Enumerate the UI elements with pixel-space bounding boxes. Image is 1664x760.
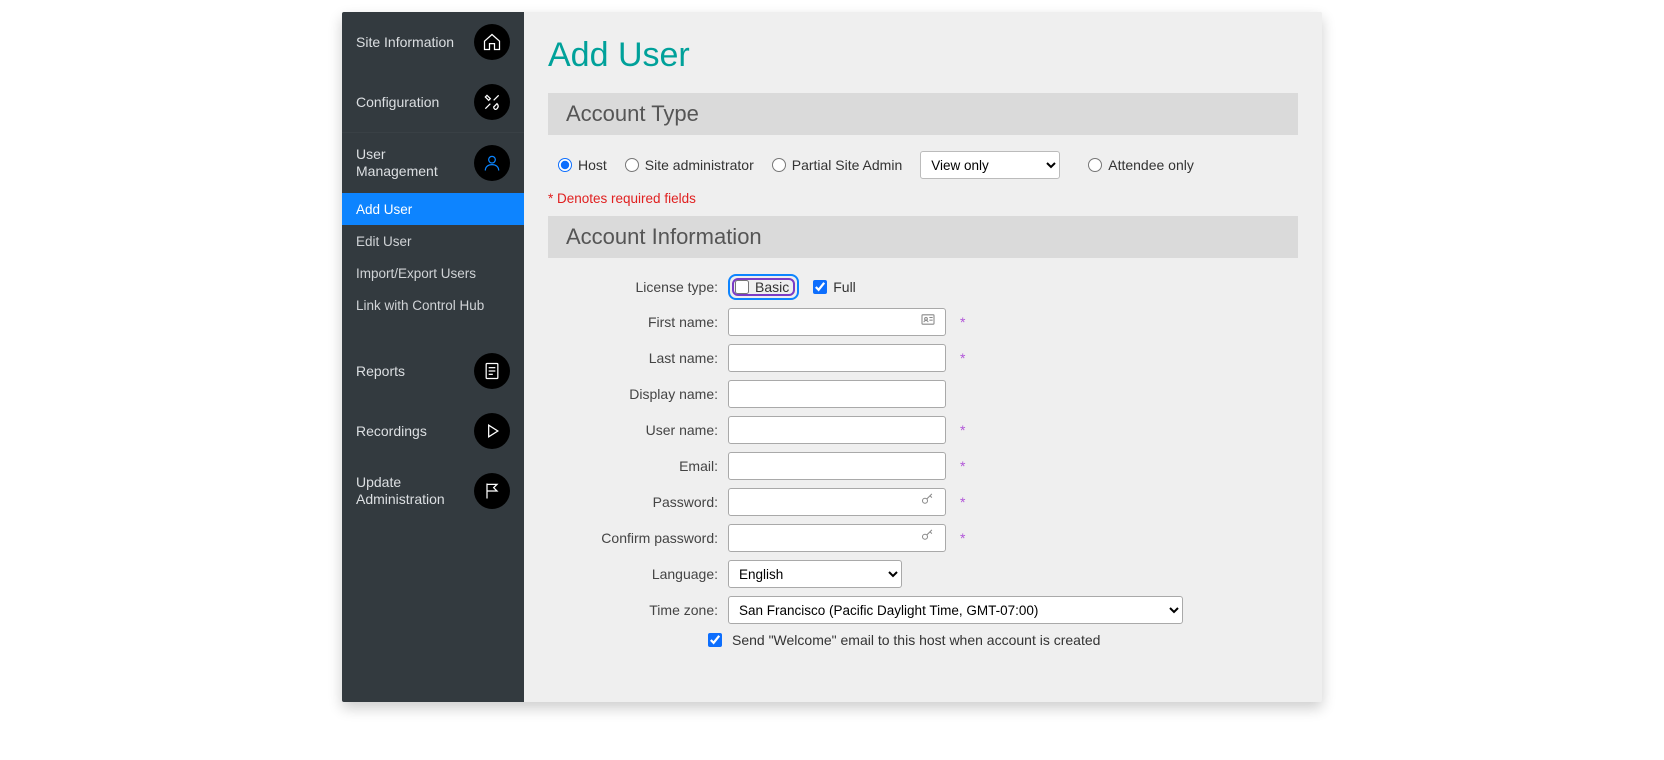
radio-attendee-only[interactable]: Attendee only [1088,157,1194,173]
radio-site-admin[interactable]: Site administrator [625,157,754,173]
label-password: Password: [548,494,728,510]
checkbox-welcome-email[interactable] [708,633,722,647]
input-email[interactable] [728,452,946,480]
sidebar-sub-edit-user[interactable]: Edit User [342,225,524,257]
row-display-name: Display name: [548,380,1298,408]
row-confirm-password: Confirm password: * [548,524,1298,552]
radio-label: Host [578,157,607,173]
label-first-name: First name: [548,314,728,330]
label-license-type: License type: [548,279,728,295]
sidebar-label: Update Administration [356,474,474,508]
document-icon [474,353,510,389]
sidebar-item-user-management[interactable]: User Management [342,132,524,193]
required-star: * [960,422,965,438]
sidebar-label: Configuration [356,94,474,111]
sidebar: Site Information Configuration User Mana… [342,12,524,702]
sidebar-sub-label: Add User [356,202,412,217]
section-header-account-type: Account Type [548,93,1298,135]
license-full-label: Full [833,279,856,295]
radio-attendee-input[interactable] [1088,158,1102,172]
license-basic-label: Basic [755,279,789,295]
sidebar-item-site-information[interactable]: Site Information [342,12,524,72]
welcome-email-label: Send "Welcome" email to this host when a… [732,632,1100,648]
radio-label: Attendee only [1108,157,1194,173]
required-star: * [960,350,965,366]
checkbox-license-full[interactable] [813,280,827,294]
main-content: Add User Account Type Host Site administ… [524,12,1322,702]
sidebar-sub-label: Edit User [356,234,412,249]
sidebar-sub-link-control-hub[interactable]: Link with Control Hub [342,289,524,321]
required-star: * [960,530,965,546]
input-last-name[interactable] [728,344,946,372]
input-first-name[interactable] [728,308,946,336]
radio-site-admin-input[interactable] [625,158,639,172]
label-confirm-password: Confirm password: [548,530,728,546]
sidebar-sub-add-user[interactable]: Add User [342,193,524,225]
row-first-name: First name: * [548,308,1298,336]
sidebar-item-update-administration[interactable]: Update Administration [342,461,524,521]
tools-icon [474,84,510,120]
radio-label: Partial Site Admin [792,157,903,173]
input-password[interactable] [728,488,946,516]
required-star: * [960,494,965,510]
row-license-type: License type: Basic Full [548,274,1298,300]
play-icon [474,413,510,449]
license-basic-highlight: Basic [728,274,799,300]
checkbox-license-basic[interactable] [735,280,749,294]
sidebar-label: User Management [356,146,474,180]
required-star: * [960,458,965,474]
select-language[interactable]: English [728,560,902,588]
page-title: Add User [548,36,1298,75]
required-note: * Denotes required fields [548,191,1298,206]
sidebar-item-recordings[interactable]: Recordings [342,401,524,461]
row-last-name: Last name: * [548,344,1298,372]
select-timezone[interactable]: San Francisco (Pacific Daylight Time, GM… [728,596,1183,624]
partial-site-admin-select[interactable]: View only [920,151,1060,179]
sidebar-sub-import-export[interactable]: Import/Export Users [342,257,524,289]
label-display-name: Display name: [548,386,728,402]
sidebar-label: Recordings [356,423,474,440]
row-password: Password: * [548,488,1298,516]
label-user-name: User name: [548,422,728,438]
row-user-name: User name: * [548,416,1298,444]
sidebar-label: Site Information [356,34,474,51]
label-email: Email: [548,458,728,474]
label-timezone: Time zone: [548,602,728,618]
radio-partial-site-admin[interactable]: Partial Site Admin [772,157,903,173]
required-star: * [960,314,965,330]
input-confirm-password[interactable] [728,524,946,552]
input-user-name[interactable] [728,416,946,444]
section-header-account-information: Account Information [548,216,1298,258]
sidebar-label: Reports [356,363,474,380]
input-display-name[interactable] [728,380,946,408]
home-icon [474,24,510,60]
user-icon [474,145,510,181]
radio-host[interactable]: Host [558,157,607,173]
account-type-row: Host Site administrator Partial Site Adm… [558,151,1298,179]
label-last-name: Last name: [548,350,728,366]
radio-label: Site administrator [645,157,754,173]
app-window: Site Information Configuration User Mana… [342,12,1322,702]
row-welcome-email: Send "Welcome" email to this host when a… [708,632,1298,648]
sidebar-item-reports[interactable]: Reports [342,341,524,401]
sidebar-sub-label: Import/Export Users [356,266,476,281]
sidebar-sub-label: Link with Control Hub [356,298,484,313]
row-email: Email: * [548,452,1298,480]
radio-host-input[interactable] [558,158,572,172]
row-timezone: Time zone: San Francisco (Pacific Daylig… [548,596,1298,624]
radio-partial-input[interactable] [772,158,786,172]
label-language: Language: [548,566,728,582]
sidebar-item-configuration[interactable]: Configuration [342,72,524,132]
flag-icon [474,473,510,509]
row-language: Language: English [548,560,1298,588]
